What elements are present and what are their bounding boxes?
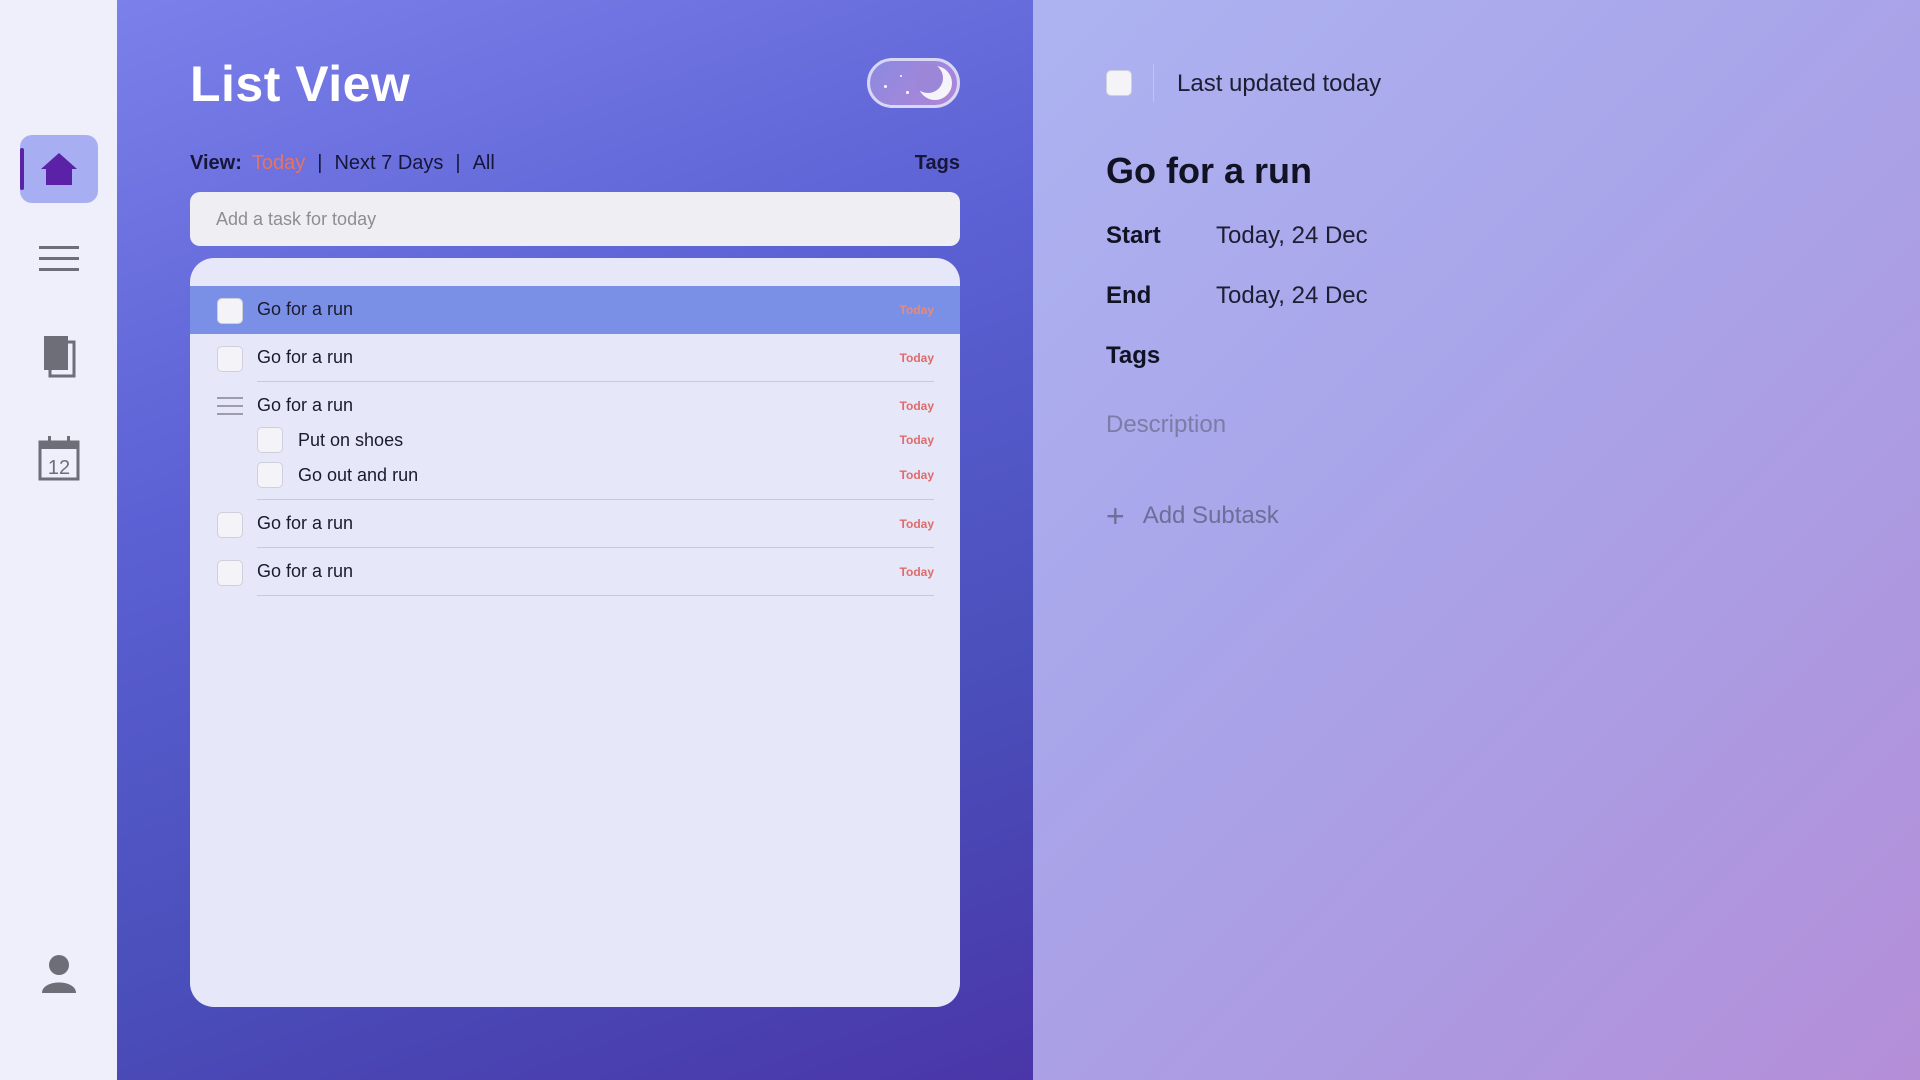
end-value[interactable]: Today, 24 Dec: [1216, 282, 1368, 309]
add-subtask-button[interactable]: + Add Subtask: [1106, 500, 1279, 532]
task-checkbox[interactable]: [217, 560, 243, 586]
nav-rail: 12: [0, 0, 117, 1080]
detail-separator: [1153, 64, 1154, 102]
end-field[interactable]: End Today, 24 Dec: [1106, 282, 1368, 310]
task-due-label: Today: [899, 517, 934, 531]
drag-handle-icon[interactable]: [217, 397, 243, 415]
end-label: End: [1106, 282, 1152, 309]
view-filter-bar: View: Today | Next 7 Days | All Tags: [190, 150, 960, 176]
nav-home-button[interactable]: [20, 135, 98, 203]
calendar-day-label: 12: [48, 457, 70, 479]
detail-complete-checkbox[interactable]: [1106, 70, 1132, 96]
task-title[interactable]: Go for a run: [257, 561, 353, 582]
task-due-label: Today: [899, 565, 934, 579]
task-due-label: Today: [899, 351, 934, 365]
task-row[interactable]: Go for a run Today: [190, 500, 960, 548]
view-option-today[interactable]: Today: [252, 152, 305, 175]
task-title[interactable]: Go for a run: [257, 347, 353, 368]
subtask-row[interactable]: Put on shoes Today: [190, 422, 960, 457]
task-title[interactable]: Go for a run: [257, 395, 353, 416]
start-value[interactable]: Today, 24 Dec: [1216, 222, 1368, 249]
subtask-title[interactable]: Put on shoes: [298, 430, 403, 451]
tags-label: Tags: [1106, 342, 1161, 369]
subtask-due-label: Today: [899, 468, 934, 482]
list-panel: List View View: Today | Next 7 Days | Al…: [117, 0, 1033, 1080]
detail-title[interactable]: Go for a run: [1106, 150, 1312, 192]
task-checkbox[interactable]: [217, 512, 243, 538]
task-title[interactable]: Go for a run: [257, 513, 353, 534]
page-title: List View: [190, 56, 411, 112]
task-list: Go for a run Today Go for a run Today Go…: [190, 258, 960, 1007]
tags-field[interactable]: Tags: [1106, 342, 1216, 370]
task-row[interactable]: Go for a run Today: [190, 548, 960, 596]
task-checkbox[interactable]: [217, 298, 243, 324]
subtask-title[interactable]: Go out and run: [298, 465, 418, 486]
nav-calendar-button[interactable]: 12: [20, 424, 98, 492]
tags-filter-button[interactable]: Tags: [915, 152, 960, 175]
task-checkbox[interactable]: [217, 346, 243, 372]
dark-mode-toggle[interactable]: [867, 58, 960, 108]
last-updated-text: Last updated today: [1177, 70, 1382, 97]
subtask-due-label: Today: [899, 433, 934, 447]
view-option-next-7-days[interactable]: Next 7 Days: [334, 152, 443, 175]
user-icon: [42, 955, 76, 993]
task-row[interactable]: Go for a run Today: [190, 334, 960, 382]
task-detail-panel: Last updated today Go for a run Start Tod…: [1033, 0, 1920, 1080]
task-due-label: Today: [899, 399, 934, 413]
subtask-checkbox[interactable]: [257, 462, 283, 488]
plus-icon: +: [1106, 498, 1125, 534]
nav-menu-button[interactable]: [20, 225, 98, 293]
notes-icon: [44, 336, 76, 378]
task-row[interactable]: Go for a run Today: [190, 286, 960, 334]
task-due-label: Today: [899, 303, 934, 317]
view-separator: |: [455, 151, 461, 174]
nav-notes-button[interactable]: [20, 322, 98, 390]
add-subtask-label: Add Subtask: [1142, 502, 1279, 529]
add-task-input[interactable]: [190, 192, 960, 246]
row-divider: [257, 595, 934, 596]
start-label: Start: [1106, 222, 1161, 249]
star-icon: [906, 91, 909, 94]
menu-icon: [39, 246, 79, 271]
view-option-all[interactable]: All: [473, 152, 495, 175]
star-icon: [900, 75, 902, 77]
view-label: View:: [190, 151, 242, 174]
nav-profile-button[interactable]: [20, 940, 98, 1008]
task-title[interactable]: Go for a run: [257, 299, 353, 320]
subtask-checkbox[interactable]: [257, 427, 283, 453]
start-field[interactable]: Start Today, 24 Dec: [1106, 222, 1368, 250]
description-input[interactable]: [1106, 411, 1706, 439]
subtask-row[interactable]: Go out and run Today: [190, 457, 960, 492]
moon-icon: [916, 64, 952, 100]
star-icon: [884, 85, 887, 88]
home-icon: [41, 153, 77, 185]
calendar-icon: 12: [38, 436, 80, 481]
view-separator: |: [317, 151, 323, 174]
